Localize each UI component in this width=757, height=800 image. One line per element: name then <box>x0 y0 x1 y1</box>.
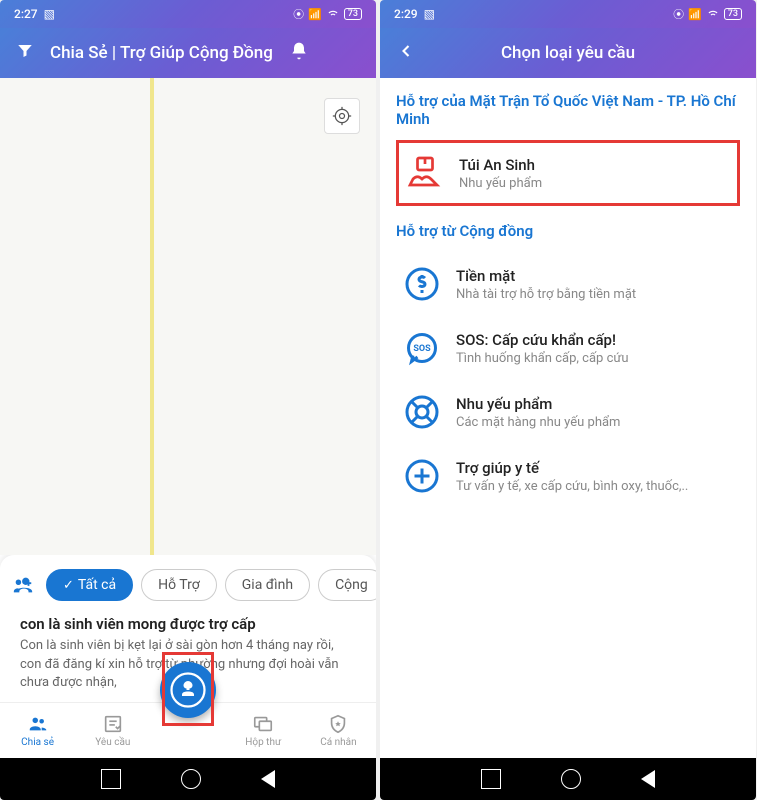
android-nav <box>380 758 756 800</box>
chip-all[interactable]: ✓Tất cả <box>46 569 133 601</box>
list-check-icon <box>102 713 124 735</box>
medical-icon <box>402 456 442 496</box>
wifi-icon <box>706 6 720 23</box>
signal-icon: 📶 <box>308 8 322 21</box>
battery-icon: 73 <box>344 8 362 20</box>
item-tien-mat[interactable]: Tiền mặt Nhà tài trợ hỗ trợ bằng tiền mặ… <box>396 252 740 316</box>
right-phone: 2:29 ▧ ⦿ 📶 73 Chọn loại yêu cầu Hỗ trợ c… <box>380 0 756 800</box>
section-header-2: Hỗ trợ từ Cộng đồng <box>396 222 740 240</box>
status-bar: 2:29 ▧ ⦿ 📶 73 <box>380 0 756 28</box>
sos-icon: SOS <box>402 328 442 368</box>
filter-icon[interactable] <box>16 42 34 64</box>
wifi-icon <box>326 6 340 23</box>
signal-icon: 📶 <box>688 8 702 21</box>
nav-share[interactable]: Chia sẻ <box>0 713 75 748</box>
status-time: 2:29 <box>394 7 418 21</box>
status-bar: 2:27 ▧ ⦿ 📶 73 <box>0 0 376 28</box>
android-home[interactable] <box>181 769 201 789</box>
item-title: Nhu yếu phẩm <box>456 395 734 413</box>
shield-star-icon <box>327 713 349 735</box>
fab-button[interactable] <box>160 662 216 718</box>
item-title: SOS: Cấp cứu khẩn cấp! <box>456 331 734 349</box>
item-title: Trợ giúp y tế <box>456 459 734 477</box>
item-title: Túi An Sinh <box>459 156 731 174</box>
image-icon: ▧ <box>44 7 55 21</box>
header-bar: Chia Sẻ | Trợ Giúp Cộng Đồng <box>0 28 376 78</box>
add-people-icon[interactable] <box>12 574 34 596</box>
android-back[interactable] <box>641 770 655 788</box>
item-sub: Các mặt hàng nhu yếu phẩm <box>456 415 734 430</box>
bell-icon[interactable] <box>289 41 309 65</box>
item-tui-an-sinh[interactable]: Túi An Sinh Nhu yếu phẩm <box>396 140 740 206</box>
android-recent[interactable] <box>101 769 121 789</box>
chip-community[interactable]: Cộng <box>318 569 376 601</box>
back-icon[interactable] <box>396 41 416 65</box>
chat-icon <box>252 713 274 735</box>
item-sos[interactable]: SOS SOS: Cấp cứu khẩn cấp! Tình huống kh… <box>396 316 740 380</box>
section-header-1: Hỗ trợ của Mặt Trận Tổ Quốc Việt Nam - T… <box>396 92 740 128</box>
item-sub: Tư vấn y tế, xe cấp cứu, bình oxy, thuốc… <box>456 479 734 494</box>
svg-text:SOS: SOS <box>413 344 431 354</box>
android-home[interactable] <box>561 769 581 789</box>
image-icon: ▧ <box>424 7 435 21</box>
android-nav <box>0 758 376 800</box>
locate-button[interactable] <box>324 98 360 134</box>
request-type-list: Hỗ trợ của Mặt Trận Tổ Quốc Việt Nam - T… <box>380 78 756 758</box>
lifebuoy-icon <box>402 392 442 432</box>
item-nhu-yeu-pham[interactable]: Nhu yếu phẩm Các mặt hàng nhu yếu phẩm <box>396 380 740 444</box>
nav-request[interactable]: Yêu cầu <box>75 713 150 748</box>
chip-family[interactable]: Gia đình <box>225 569 310 601</box>
android-recent[interactable] <box>481 769 501 789</box>
nav-profile[interactable]: Cá nhân <box>301 713 376 748</box>
item-sub: Nhà tài trợ hỗ trợ bằng tiền mặt <box>456 287 734 302</box>
item-sub: Tình huống khẩn cấp, cấp cứu <box>456 351 734 366</box>
header-title: Chia Sẻ | Trợ Giúp Cộng Đồng <box>50 43 273 63</box>
people-icon <box>27 713 49 735</box>
map-view[interactable] <box>0 78 376 555</box>
android-back[interactable] <box>261 770 275 788</box>
chip-support[interactable]: Hỗ Trợ <box>141 569 217 601</box>
battery-icon: 73 <box>724 8 742 20</box>
item-title: Tiền mặt <box>456 267 734 285</box>
welfare-bag-icon <box>405 153 445 193</box>
filter-chips-row: ✓Tất cả Hỗ Trợ Gia đình Cộng <box>0 569 376 615</box>
location-icon: ⦿ <box>673 6 684 22</box>
item-y-te[interactable]: Trợ giúp y tế Tư vấn y tế, xe cấp cứu, b… <box>396 444 740 508</box>
location-icon: ⦿ <box>293 6 304 22</box>
status-time: 2:27 <box>14 7 38 21</box>
nav-inbox[interactable]: Hộp thư <box>226 713 301 748</box>
item-sub: Nhu yếu phẩm <box>459 176 731 191</box>
left-phone: 2:27 ▧ ⦿ 📶 73 Chia Sẻ | Trợ Giúp Cộng Đồ… <box>0 0 376 800</box>
money-icon <box>402 264 442 304</box>
post-title: con là sinh viên mong được trợ cấp <box>20 615 356 633</box>
header-title: Chọn loại yêu cầu <box>432 43 704 63</box>
header-bar: Chọn loại yêu cầu <box>380 28 756 78</box>
